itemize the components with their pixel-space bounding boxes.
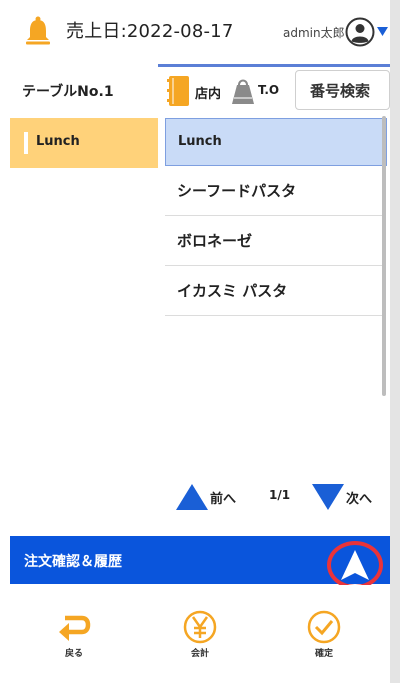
user-avatar-icon[interactable]	[345, 17, 375, 47]
dine-in-label: 店内	[195, 87, 222, 102]
triangle-up-icon	[176, 484, 208, 510]
back-button[interactable]: 戻る	[44, 610, 104, 666]
order-app: 売上日:2022-08-17 admin太郎 テーブルNo.1 店内 T.O 番…	[0, 0, 390, 683]
table-number-tab[interactable]: テーブルNo.1	[10, 66, 157, 116]
menu-item[interactable]: イカスミ パスタ	[165, 266, 385, 316]
category-label: Lunch	[36, 134, 80, 149]
user-name[interactable]: admin太郎	[283, 24, 345, 41]
checkout-button[interactable]: 会計	[170, 610, 230, 666]
bottom-nav: 戻る 会計 確定	[10, 585, 390, 673]
triangle-down-icon	[312, 484, 344, 510]
table-number-label: テーブルNo.1	[22, 84, 114, 100]
sales-date-label: 売上日:2022-08-17	[66, 21, 234, 42]
category-list: Lunch	[10, 116, 158, 520]
check-circle-icon	[307, 610, 341, 644]
return-arrow-icon	[59, 615, 91, 641]
yen-icon	[183, 610, 217, 644]
take-out-label: T.O	[258, 83, 280, 97]
confirm-button[interactable]: 確定	[294, 610, 354, 666]
number-search-label: 番号検索	[310, 82, 371, 100]
prev-page-label: 前へ	[210, 492, 237, 507]
selected-indicator	[24, 132, 28, 154]
menu-category-header: Lunch	[165, 118, 387, 166]
window-edge	[390, 0, 400, 683]
menu-list: Lunch シーフードパスタ ボロネーゼ イカスミ パスタ	[165, 116, 387, 470]
header-divider	[158, 64, 390, 67]
menu-item-label: ボロネーゼ	[177, 232, 253, 250]
chevron-down-icon[interactable]	[377, 27, 388, 36]
menu-item-label: イカスミ パスタ	[177, 282, 288, 300]
order-history-label: 注文確認＆履歴	[24, 554, 122, 570]
menu-item[interactable]: シーフードパスタ	[165, 166, 385, 216]
menu-item[interactable]: ボロネーゼ	[165, 216, 385, 266]
menu-book-icon	[167, 76, 189, 106]
next-page-label: 次へ	[346, 492, 373, 507]
back-label: 戻る	[64, 649, 83, 659]
category-item-lunch[interactable]: Lunch	[10, 118, 158, 168]
takeout-bag-icon	[232, 79, 254, 104]
pager: 前へ 1/1 次へ	[158, 470, 390, 522]
app-header: 売上日:2022-08-17 admin太郎	[0, 0, 390, 64]
menu-scrollbar[interactable]	[382, 116, 386, 396]
bell-icon[interactable]	[25, 16, 51, 46]
menu-category-label: Lunch	[178, 134, 222, 149]
highlight-circle	[327, 541, 383, 589]
checkout-label: 会計	[190, 649, 209, 659]
page-indicator: 1/1	[269, 488, 291, 502]
prev-page-button[interactable]: 前へ	[176, 482, 246, 514]
number-search-button[interactable]: 番号検索	[295, 70, 390, 110]
menu-item-label: シーフードパスタ	[177, 182, 297, 200]
next-page-button[interactable]: 次へ	[312, 482, 388, 514]
confirm-label: 確定	[314, 649, 333, 659]
